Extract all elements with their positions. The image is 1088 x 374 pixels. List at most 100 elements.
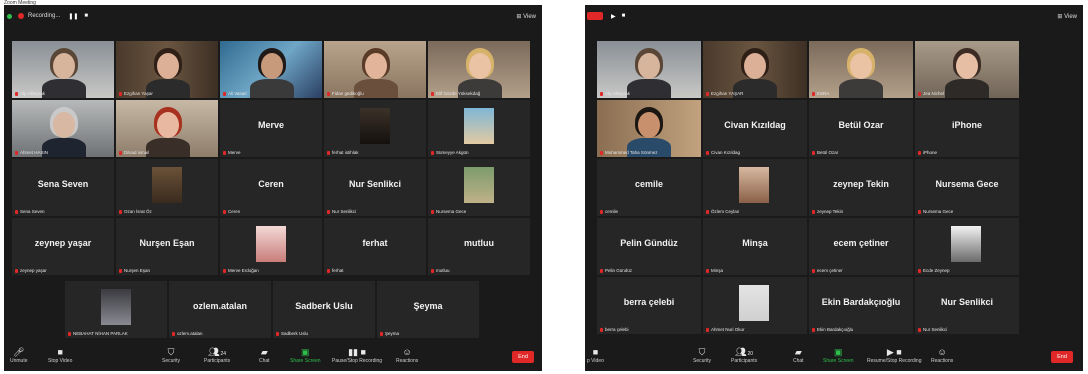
participant-name: Ozan İsrat Öz: [124, 209, 152, 214]
participant-tile[interactable]: Ekin Bardakçıoğlu Ekin Bardakçıoğlu: [809, 277, 913, 334]
participant-tile[interactable]: berra çelebi berra çelebi: [597, 277, 701, 334]
participant-tile[interactable]: Alp Albayrak: [597, 41, 701, 98]
share-screen-label: Share Screen: [823, 358, 854, 364]
participant-tile[interactable]: Özlem Ceylan: [703, 159, 807, 216]
person-body: [945, 79, 989, 98]
participant-tile[interactable]: Ozan İsrat Öz: [116, 159, 218, 216]
participant-tile[interactable]: Muhammed Taha Sönmez: [597, 100, 701, 157]
end-meeting-button[interactable]: End: [1051, 351, 1073, 363]
reactions-label: Reactions: [396, 358, 419, 364]
participant-tile[interactable]: Ahmet HASIN: [12, 100, 114, 157]
chat-button[interactable]: ▰ Chat: [259, 347, 270, 364]
top-bar: ▶ ■ ⊞ View: [585, 5, 1083, 27]
participant-name-label: Fidan gedikoğlu: [327, 91, 364, 96]
participants-button[interactable]: 👥︎20 Participants: [731, 347, 757, 364]
participant-tile[interactable]: Merve Erdoğan: [220, 218, 322, 275]
participant-name-label: Sümeyye Akgün: [431, 150, 469, 155]
participant-tile[interactable]: Jea Nichel: [915, 41, 1019, 98]
share-screen-button[interactable]: ▣ Share Screen: [823, 347, 854, 364]
muted-mic-icon: [706, 268, 709, 273]
participant-tile[interactable]: Ahmet Nuri Okur: [703, 277, 807, 334]
chat-button[interactable]: ▰ Chat: [793, 347, 804, 364]
security-button[interactable]: ⛉ Security: [162, 347, 180, 364]
participant-tile[interactable]: Minşa Minşa: [703, 218, 807, 275]
participant-name: Merve Erdoğan: [228, 268, 259, 273]
participant-tile[interactable]: Nur Senlikci Nur Senlikci: [915, 277, 1019, 334]
participant-tile[interactable]: Civan Kızıldag Civan Kızıldag: [703, 100, 807, 157]
participant-tile[interactable]: Elif Gözde Yüksekdağ: [428, 41, 530, 98]
resume-stop-recording-button[interactable]: ▶ ■ Resume/Stop Recording: [867, 347, 921, 364]
participant-name-label: Ecde Zeynep: [918, 268, 950, 273]
participant-tile[interactable]: cemile cemile: [597, 159, 701, 216]
participant-name-label: Ahmet Nuri Okur: [706, 327, 745, 332]
participants-button[interactable]: 👥︎24 Participants: [204, 347, 230, 364]
reactions-label: Reactions: [931, 358, 954, 364]
participant-tile[interactable]: ESRA: [809, 41, 913, 98]
participant-tile[interactable]: Sena Seven Sena Seven: [12, 159, 114, 216]
participant-name-label: cemile: [600, 209, 618, 214]
recording-indicator: [587, 12, 603, 20]
participant-tile[interactable]: ferhat istihlak: [324, 100, 426, 157]
participant-name-label: Alp Albayrak: [15, 91, 45, 96]
reactions-button[interactable]: ☺ Reactions: [931, 347, 953, 364]
participant-tile[interactable]: ferhat ferhat: [324, 218, 426, 275]
unmute-button[interactable]: 🎤︎ Unmute: [10, 347, 28, 364]
participant-tile[interactable]: zeynep Tekin zeynep Tekin: [809, 159, 913, 216]
participant-display-name: Nursema Gece: [935, 179, 999, 189]
person-face: [744, 53, 766, 79]
participant-tile[interactable]: Ezgihan Yaşar: [116, 41, 218, 98]
participant-tile[interactable]: Ceren Ceren: [220, 159, 322, 216]
participant-name-label: Şeyma: [380, 331, 399, 336]
participant-tile[interactable]: ozlem.atalan ozlem.atalan: [169, 281, 271, 338]
participant-display-name: Sena Seven: [37, 179, 89, 189]
participant-name: mutluu: [436, 268, 450, 273]
participant-tile[interactable]: Ali Vasari: [220, 41, 322, 98]
participant-name: Şeyma: [385, 331, 400, 336]
end-meeting-button[interactable]: End: [512, 351, 534, 363]
participant-tile[interactable]: Nur Senlikci Nur Senlikci: [324, 159, 426, 216]
participant-tile[interactable]: Merve Merve: [220, 100, 322, 157]
profile-picture: [101, 289, 131, 325]
participant-tile[interactable]: iPhone iPhone: [915, 100, 1019, 157]
participant-tile[interactable]: zeynep yaşar zeynep yaşar: [12, 218, 114, 275]
participant-tile[interactable]: Dilsad ismail: [116, 100, 218, 157]
participant-tile[interactable]: Nursema Gece Nursema Gece: [915, 159, 1019, 216]
participant-tile[interactable]: Fidan gedikoğlu: [324, 41, 426, 98]
share-screen-button[interactable]: ▣ Share Screen: [290, 347, 321, 364]
muted-mic-icon: [119, 150, 122, 155]
participant-tile[interactable]: Şeyma Şeyma: [377, 281, 479, 338]
muted-mic-icon: [119, 209, 122, 214]
stop-recording-icon[interactable]: ■: [622, 13, 626, 19]
participant-tile[interactable]: NEBAHAT NİHAN PARLAK: [65, 281, 167, 338]
view-button[interactable]: ⊞ View: [516, 13, 536, 20]
reactions-button[interactable]: ☺ Reactions: [396, 347, 418, 364]
participant-tile[interactable]: Ecde Zeynep: [915, 218, 1019, 275]
participant-tile[interactable]: Pelin Gündüz Pelin Gündüz: [597, 218, 701, 275]
participant-tile[interactable]: Ezgihan YAŞAR: [703, 41, 807, 98]
participant-tile[interactable]: Alp Albayrak: [12, 41, 114, 98]
profile-picture: [256, 226, 286, 262]
stop-video-button[interactable]: ■ Stop Video: [48, 347, 72, 364]
resume-recording-icon[interactable]: ▶: [611, 13, 616, 20]
participant-display-name: Civan Kızıldag: [724, 120, 786, 130]
participant-tile[interactable]: mutluu mutluu: [428, 218, 530, 275]
participant-tile[interactable]: Sadberk Uslu Sadberk Uslu: [273, 281, 375, 338]
view-button[interactable]: ⊞ View: [1057, 13, 1077, 20]
security-button[interactable]: ⛉ Security: [693, 347, 711, 364]
participant-tile[interactable]: Betül Ozar Betül Ozar: [809, 100, 913, 157]
participant-name-label: Ekin Bardakçıoğlu: [812, 327, 853, 332]
stop-video-button[interactable]: ■ p Video: [587, 347, 604, 364]
muted-mic-icon: [223, 209, 226, 214]
stop-recording-button[interactable]: ■: [84, 13, 88, 19]
participant-tile[interactable]: ecem çetiner ecem çetiner: [809, 218, 913, 275]
participant-tile[interactable]: Nursema Gece: [428, 159, 530, 216]
pause-recording-button[interactable]: ❚❚: [68, 13, 78, 20]
pause-stop-recording-button[interactable]: ▮▮ ■ Pause/Stop Recording: [332, 347, 382, 364]
participant-name: Sena Seven: [20, 209, 45, 214]
participant-tile[interactable]: Nurşen Eşan Nurşen Eşan: [116, 218, 218, 275]
participant-name-label: Nursema Gece: [431, 209, 466, 214]
muted-mic-icon: [706, 91, 709, 96]
participant-tile[interactable]: Sümeyye Akgün: [428, 100, 530, 157]
participant-name: ozlem.atalan: [177, 331, 203, 336]
participant-name-label: zeynep Tekin: [812, 209, 843, 214]
